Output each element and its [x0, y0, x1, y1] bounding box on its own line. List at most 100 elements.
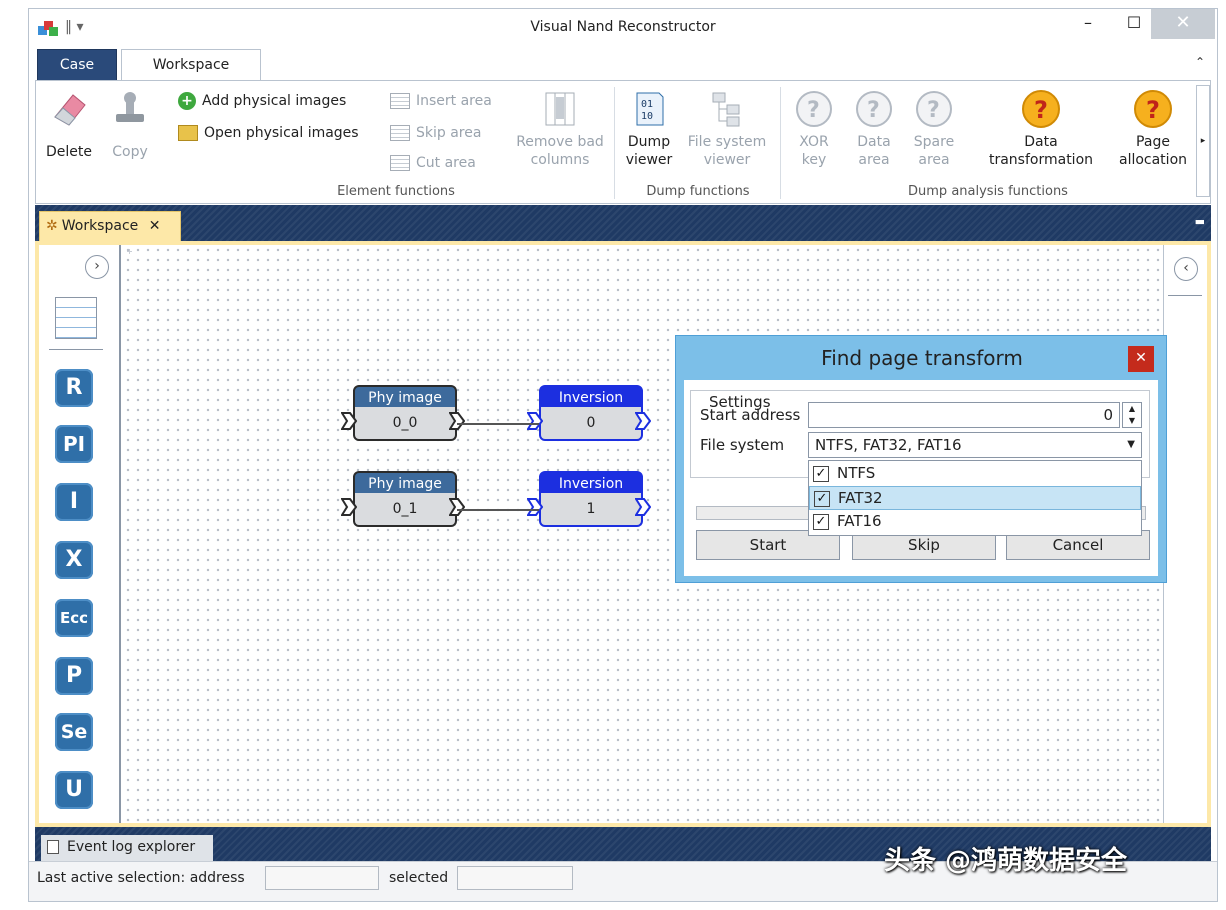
port-arrow-icon[interactable] [341, 497, 357, 517]
tool-ecc[interactable]: Ecc [55, 599, 93, 637]
collapse-panel-icon[interactable]: ‹ [1174, 257, 1198, 281]
svg-text:?: ? [1146, 96, 1160, 124]
checkbox-checked-icon[interactable]: ✓ [813, 513, 829, 530]
skip-area-button[interactable]: Skip area [390, 123, 481, 145]
delete-button[interactable]: Delete [40, 89, 98, 161]
file-system-select[interactable]: NTFS, FAT32, FAT16 ▼ [808, 432, 1142, 458]
tool-p[interactable]: P [55, 657, 93, 695]
svg-text:?: ? [867, 98, 880, 123]
delete-label: Delete [46, 144, 92, 160]
tool-pi[interactable]: PI [55, 425, 93, 463]
tab-workspace-document[interactable]: ✲ Workspace ✕ [39, 211, 181, 241]
remove-bad-label-2: columns [530, 152, 590, 168]
file-system-value: NTFS, FAT32, FAT16 [815, 436, 962, 454]
group-divider [614, 87, 615, 199]
dialog-body: Settings Start address 0 ▲ ▼ File system … [684, 380, 1158, 576]
collapse-ribbon-icon[interactable]: ⌃ [1195, 55, 1205, 69]
tab-case[interactable]: Case [37, 49, 117, 81]
port-arrow-icon[interactable] [527, 497, 543, 517]
skip-area-label: Skip area [416, 125, 482, 141]
dialog-close-button[interactable]: ✕ [1128, 346, 1154, 372]
spare-area-button[interactable]: ? Spare area [908, 89, 960, 169]
checkbox-checked-icon[interactable]: ✓ [814, 490, 830, 507]
tool-r[interactable]: R [55, 369, 93, 407]
cut-area-label: Cut area [416, 155, 476, 171]
port-arrow-icon[interactable] [635, 497, 651, 517]
dump-viewer-button[interactable]: 01 10 Dump viewer [620, 89, 678, 169]
start-address-spinner[interactable]: ▲ ▼ [1122, 402, 1142, 428]
data-area-button[interactable]: ? Data area [848, 89, 900, 169]
tab-menu-icon[interactable]: ▬ [1195, 215, 1205, 228]
copy-button[interactable]: Copy [102, 89, 158, 161]
option-ntfs[interactable]: ✓ NTFS [809, 462, 1141, 486]
file-system-dropdown: ✓ NTFS ✓ FAT32 ✓ FAT16 [808, 460, 1142, 536]
port-arrow-icon[interactable] [449, 497, 465, 517]
file-system-label: File system [700, 436, 785, 454]
app-window: ‖ ▾ Visual Nand Reconstructor – ☐ ✕ Case… [28, 8, 1218, 902]
eraser-icon [54, 94, 86, 126]
close-tab-icon[interactable]: ✕ [149, 218, 161, 234]
fs-viewer-label-1: File system [687, 134, 767, 150]
expand-panel-icon[interactable]: › [85, 255, 109, 279]
cut-area-button[interactable]: Cut area [390, 153, 476, 175]
port-arrow-icon[interactable] [635, 411, 651, 431]
node-link [457, 423, 539, 425]
add-icon: + [178, 92, 196, 110]
tool-se[interactable]: Se [55, 713, 93, 751]
inversion-node[interactable]: Inversion 0 [527, 385, 651, 443]
page-allocation-button[interactable]: ? Page allocation [1114, 89, 1192, 169]
option-fat16[interactable]: ✓ FAT16 [809, 510, 1141, 534]
fs-viewer-label-2: viewer [703, 152, 751, 168]
tab-workspace[interactable]: Workspace [121, 49, 261, 83]
insert-area-icon [390, 93, 410, 109]
data-transformation-button[interactable]: ? Data transformation [982, 89, 1100, 169]
option-label: FAT16 [837, 512, 882, 530]
question-orange-icon: ? [1134, 90, 1172, 128]
inversion-node[interactable]: Inversion 1 [527, 471, 651, 529]
document-icon [47, 840, 59, 854]
divider [1168, 295, 1202, 296]
ribbon: Delete Copy + Add physical images Open ph… [35, 80, 1211, 204]
list-view-icon[interactable] [55, 297, 97, 339]
remove-bad-columns-button[interactable]: Remove bad columns [510, 89, 610, 169]
port-arrow-icon[interactable] [527, 411, 543, 431]
node-title: Phy image [353, 385, 457, 409]
binary-dump-icon: 0110 [636, 92, 664, 126]
minimize-button[interactable]: – [1065, 9, 1111, 39]
tool-x[interactable]: X [55, 541, 93, 579]
tool-i[interactable]: I [55, 483, 93, 521]
insert-area-button[interactable]: Insert area [390, 91, 492, 113]
phy-image-node[interactable]: Phy image 0_1 [341, 471, 465, 529]
checkbox-checked-icon[interactable]: ✓ [813, 465, 829, 482]
port-arrow-icon[interactable] [341, 411, 357, 431]
add-physical-images-button[interactable]: + Add physical images [178, 91, 346, 113]
file-system-viewer-button[interactable]: File system viewer [684, 89, 770, 169]
ribbon-scroll-right[interactable]: ▸ [1196, 85, 1210, 197]
node-value: 0 [539, 407, 643, 441]
node-value: 0_1 [353, 493, 457, 527]
port-arrow-icon[interactable] [449, 411, 465, 431]
insert-area-label: Insert area [416, 93, 492, 109]
event-log-explorer-tab[interactable]: Event log explorer [41, 835, 213, 861]
open-physical-images-label: Open physical images [204, 125, 359, 141]
open-folder-icon [178, 125, 198, 141]
close-button[interactable]: ✕ [1151, 9, 1215, 39]
phy-image-node[interactable]: Phy image 0_0 [341, 385, 465, 443]
tool-u[interactable]: U [55, 771, 93, 809]
option-label: FAT32 [838, 489, 883, 507]
option-fat32[interactable]: ✓ FAT32 [809, 486, 1141, 510]
spare-area-label-1: Spare [913, 134, 955, 150]
element-functions-group-label: Element functions [337, 184, 455, 199]
divider [49, 349, 103, 350]
open-physical-images-button[interactable]: Open physical images [178, 123, 359, 145]
svg-text:?: ? [1034, 96, 1048, 124]
start-address-input[interactable]: 0 [808, 402, 1120, 428]
question-grey-icon: ? [916, 91, 952, 127]
group-divider [780, 87, 781, 199]
page-allocation-label-2: allocation [1118, 152, 1188, 168]
xor-key-button[interactable]: ? XOR key [788, 89, 840, 169]
node-title: Inversion [539, 385, 643, 409]
data-transformation-label-1: Data [1024, 134, 1058, 150]
data-area-label-1: Data [857, 134, 891, 150]
document-tab-bar: ✲ Workspace ✕ ▬ [35, 205, 1211, 241]
